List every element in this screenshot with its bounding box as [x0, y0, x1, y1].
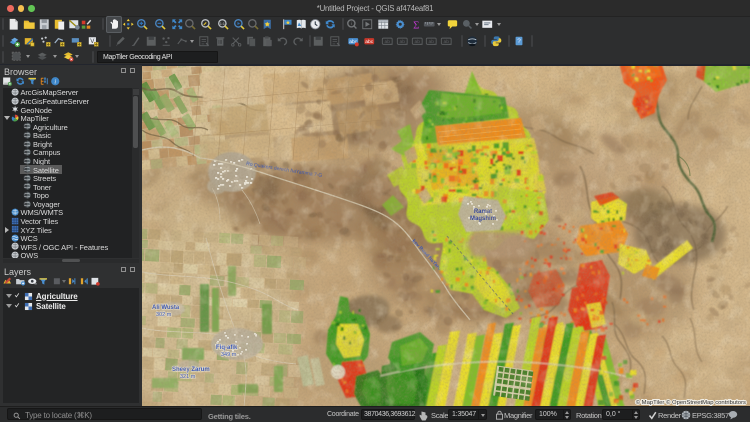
svg-text:1:1: 1:1: [220, 22, 225, 26]
svg-text:ab: ab: [399, 39, 405, 45]
svg-text:i: i: [351, 21, 352, 27]
svg-text:abc: abc: [365, 39, 373, 45]
svg-text:ab: ab: [384, 39, 390, 45]
svg-text:?: ?: [517, 38, 521, 45]
svg-text:Σ: Σ: [413, 19, 419, 30]
svg-text:ab: ab: [429, 39, 435, 45]
svg-text:© MapTiler © OpenStreetMap co: © MapTiler © OpenStreetMap contributors: [636, 399, 746, 406]
svg-text:ab: ab: [443, 39, 449, 45]
svg-text:ab: ab: [414, 39, 420, 45]
